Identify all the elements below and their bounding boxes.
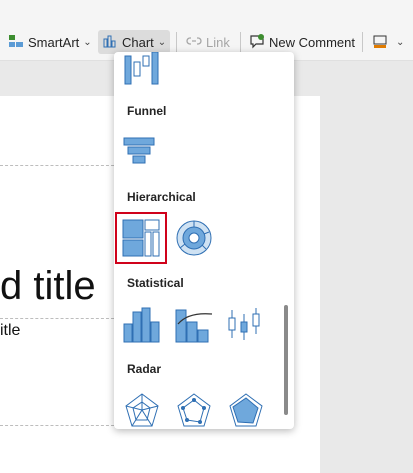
- filled-radar-chart-icon[interactable]: [226, 390, 266, 429]
- link-icon: [186, 33, 202, 52]
- new-comment-label: New Comment: [269, 34, 355, 50]
- section-funnel: Funnel: [127, 104, 167, 118]
- comment-icon: [249, 33, 265, 52]
- chevron-down-icon: ⌄: [157, 36, 167, 48]
- box-whisker-chart-icon[interactable]: [226, 304, 266, 344]
- smartart-button[interactable]: SmartArt ⌄: [8, 30, 92, 54]
- pareto-chart-icon[interactable]: [174, 304, 214, 344]
- slide-title[interactable]: d title: [0, 263, 96, 309]
- chevron-down-icon: ⌄: [396, 36, 405, 48]
- separator: [176, 32, 177, 52]
- chart-icon: [102, 33, 118, 52]
- link-button[interactable]: Link: [186, 30, 230, 54]
- waterfall-chart-icon[interactable]: [122, 52, 162, 92]
- separator: [362, 32, 363, 52]
- placeholder-border: [0, 165, 114, 166]
- separator: [240, 32, 241, 52]
- radar-markers-chart-icon[interactable]: [174, 390, 214, 429]
- chart-type-dropdown: Funnel Hierarchical Statistical Radar: [114, 52, 294, 429]
- shape-fill-icon: [372, 33, 388, 52]
- chart-button[interactable]: Chart ⌄: [98, 30, 171, 54]
- smartart-label: SmartArt: [28, 34, 80, 50]
- smartart-icon: [8, 33, 24, 52]
- shape-fill-button[interactable]: ⌄: [372, 30, 404, 54]
- chevron-down-icon: ⌄: [83, 36, 92, 48]
- new-comment-button[interactable]: New Comment: [249, 30, 355, 54]
- link-label: Link: [206, 34, 230, 50]
- chart-label: Chart: [122, 34, 154, 50]
- section-statistical: Statistical: [127, 276, 184, 290]
- treemap-chart-icon[interactable]: [115, 212, 167, 264]
- placeholder-border: [0, 318, 114, 319]
- histogram-chart-icon[interactable]: [122, 304, 162, 344]
- section-hierarchical: Hierarchical: [127, 190, 196, 204]
- section-radar: Radar: [127, 362, 162, 376]
- radar-chart-icon[interactable]: [122, 390, 162, 429]
- slide-subtitle[interactable]: itle: [0, 322, 20, 340]
- dropdown-scrollbar[interactable]: [284, 305, 288, 415]
- funnel-chart-icon[interactable]: [122, 134, 162, 174]
- sunburst-chart-icon[interactable]: [174, 218, 214, 258]
- placeholder-border: [0, 425, 114, 426]
